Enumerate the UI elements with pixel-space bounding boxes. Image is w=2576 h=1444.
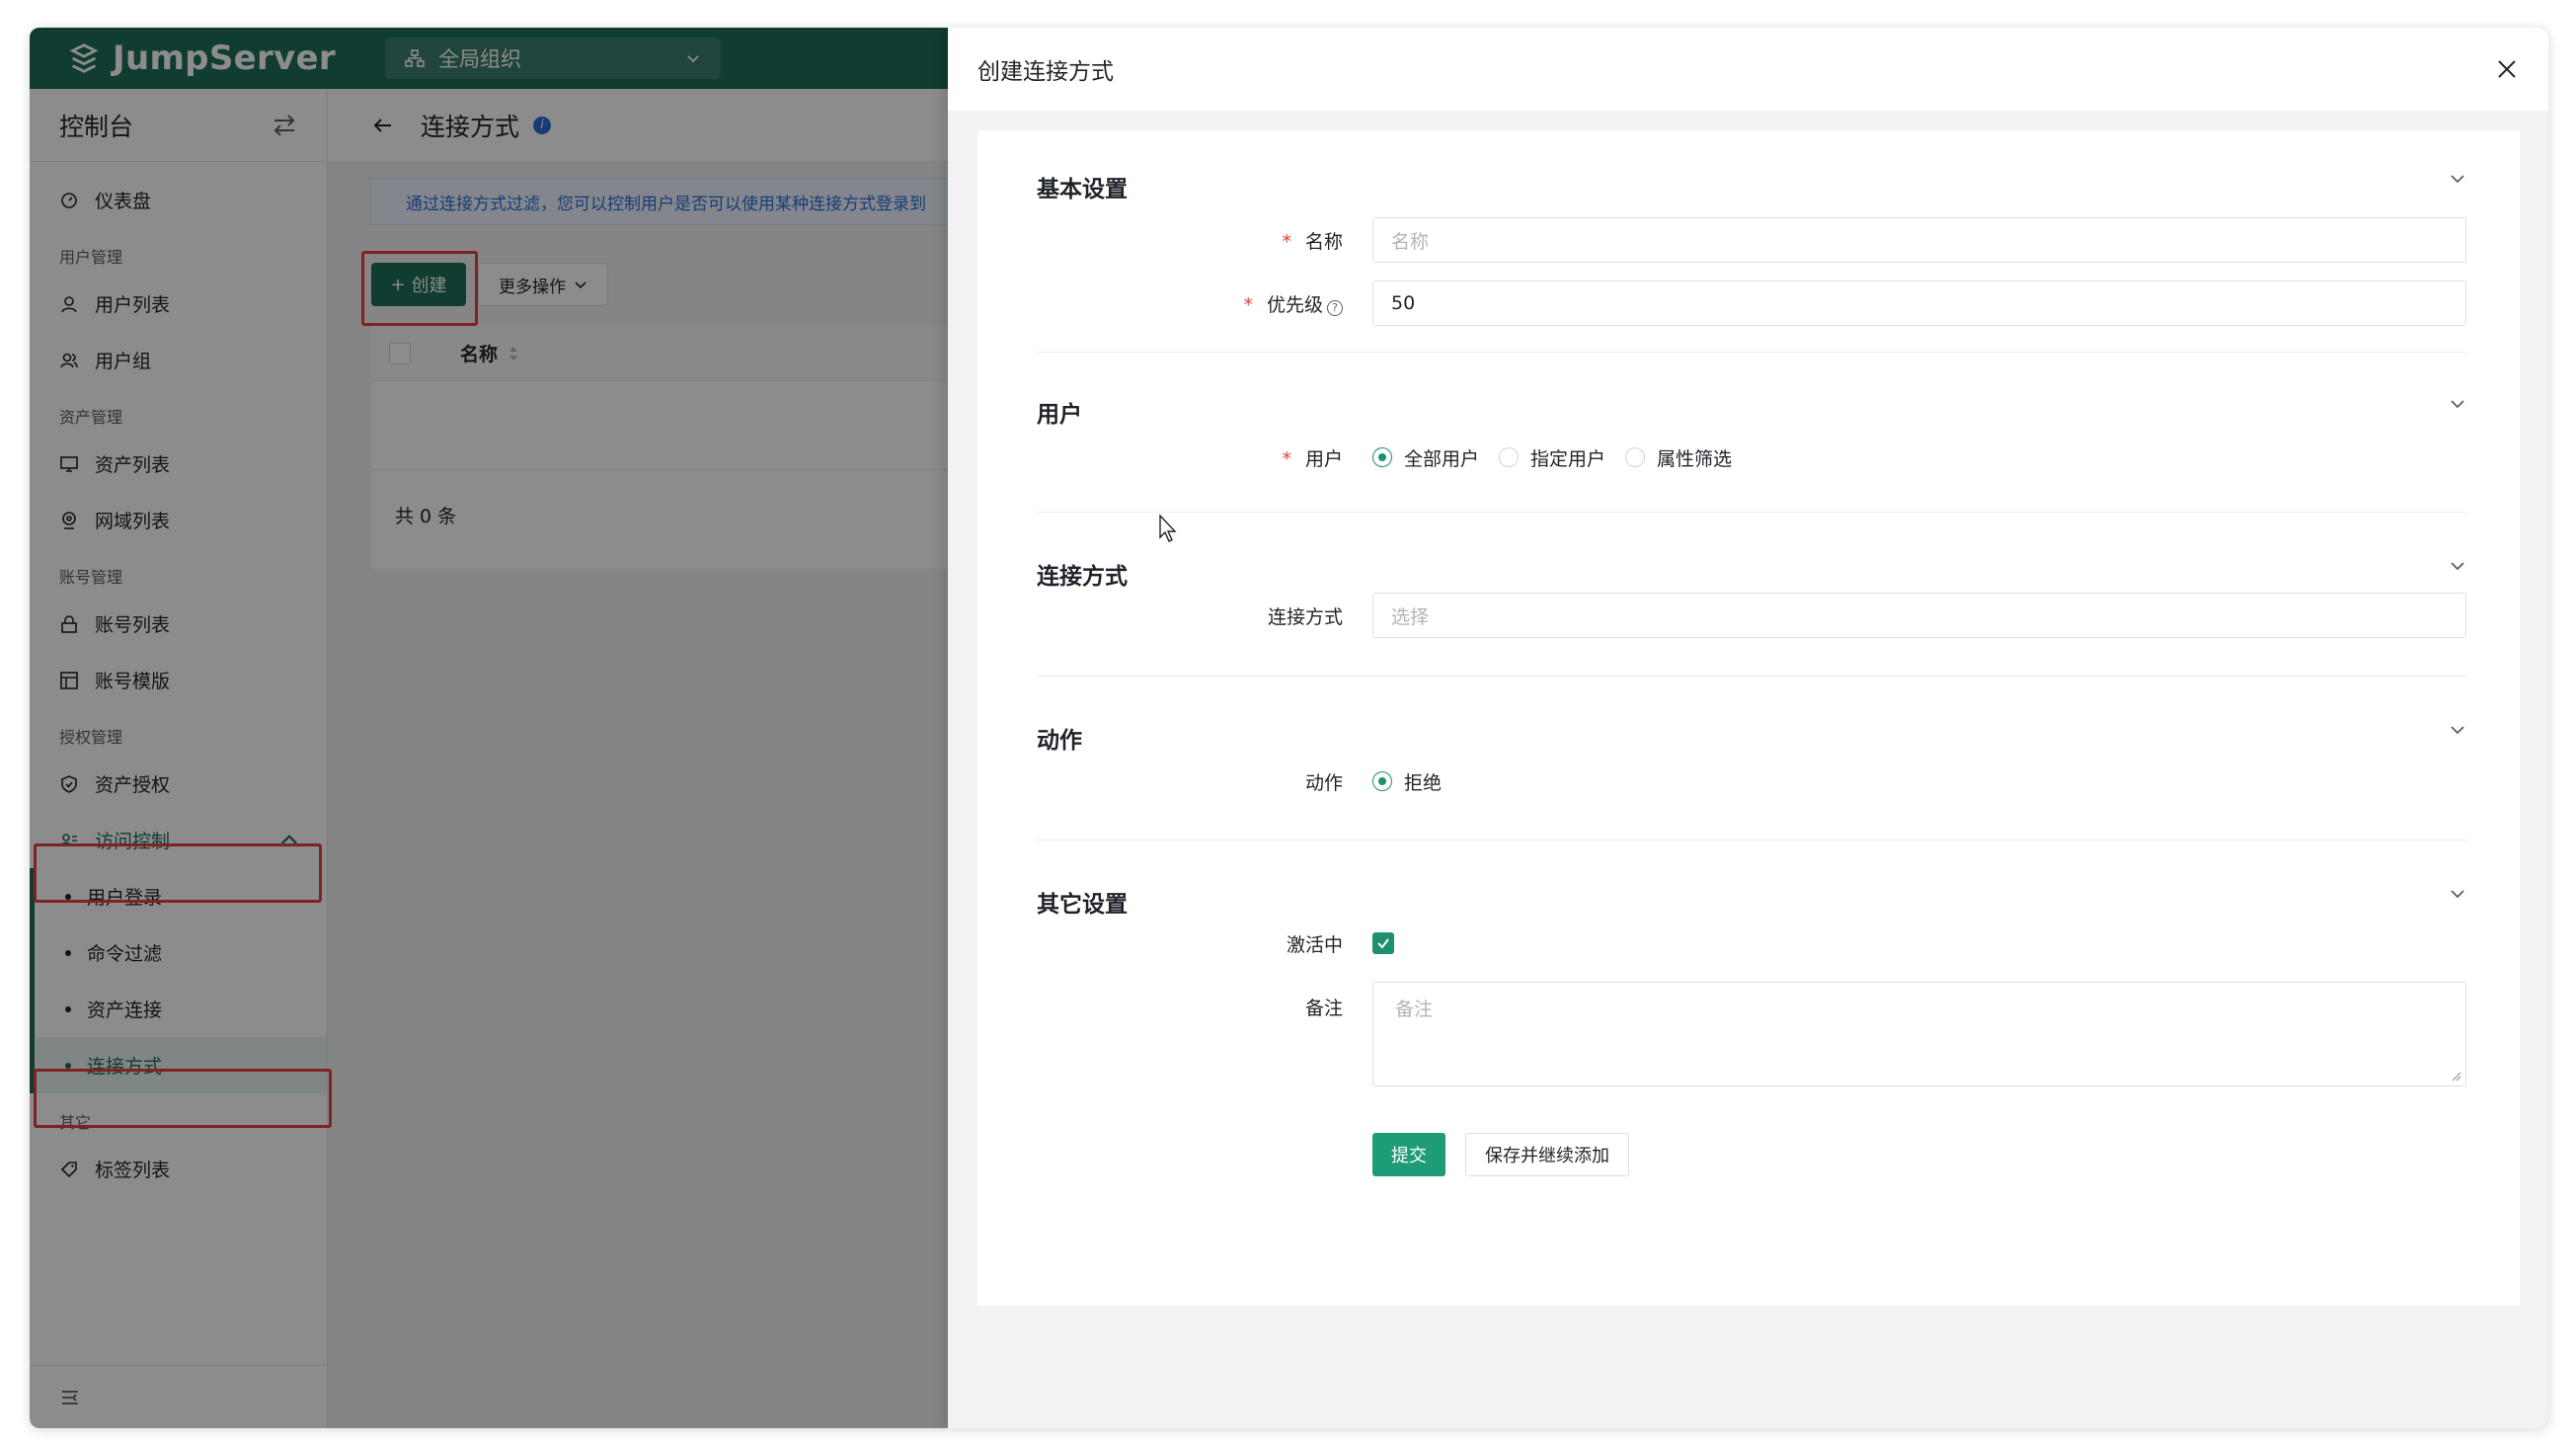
radio-all-users[interactable]: 全部用户	[1372, 444, 1479, 471]
help-icon[interactable]: ?	[1327, 299, 1343, 316]
section-title: 基本设置	[1037, 177, 1128, 202]
priority-input[interactable]: 50	[1372, 281, 2466, 326]
create-drawer: 创建连接方式 基本设置 * 名称 名称 * 优先级? 50 用户 * 用户 全部…	[948, 28, 2548, 1428]
user-label: 用户	[1304, 447, 1343, 470]
chevron-down-icon[interactable]	[2449, 557, 2466, 575]
close-icon[interactable]	[2495, 57, 2519, 81]
drawer-header: 创建连接方式	[948, 28, 2548, 111]
connect-label: 连接方式	[1267, 605, 1343, 628]
check-icon	[1377, 938, 1389, 949]
section-other: 其它设置 激活中 备注 备注 提交 保存并继续添加	[1037, 885, 2466, 1176]
comment-textarea[interactable]: 备注	[1372, 982, 2466, 1086]
active-checkbox[interactable]	[1372, 932, 1394, 954]
radio-reject[interactable]: 拒绝	[1372, 768, 1442, 795]
section-action: 动作 动作 拒绝	[1037, 721, 2466, 841]
section-title: 动作	[1037, 728, 1082, 754]
section-connect: 连接方式 连接方式 选择	[1037, 557, 2466, 677]
name-row: * 名称 名称	[1037, 217, 2466, 263]
mouse-cursor-icon	[1159, 514, 1177, 542]
active-label: 激活中	[1286, 933, 1343, 956]
radio-specified-users[interactable]: 指定用户	[1499, 444, 1605, 471]
section-title: 用户	[1037, 402, 1082, 428]
user-row: * 用户 全部用户 指定用户 属性筛选	[1037, 435, 2466, 480]
radio-attr-filter[interactable]: 属性筛选	[1625, 444, 1732, 471]
user-radio-group: 全部用户 指定用户 属性筛选	[1372, 444, 1732, 471]
connect-row: 连接方式 选择	[1037, 593, 2466, 638]
action-label: 动作	[1304, 771, 1343, 794]
connect-select[interactable]: 选择	[1372, 593, 2466, 638]
chevron-down-icon[interactable]	[2449, 721, 2466, 739]
comment-row: 备注 备注	[1037, 982, 2466, 1086]
action-row: 动作 拒绝	[1037, 759, 2466, 804]
drawer-form: 基本设置 * 名称 名称 * 优先级? 50 用户 * 用户 全部用户 指定用户…	[977, 130, 2520, 1306]
section-basic: 基本设置 * 名称 名称 * 优先级? 50	[1037, 170, 2466, 353]
save-continue-button[interactable]: 保存并继续添加	[1465, 1133, 1629, 1176]
name-input[interactable]: 名称	[1372, 217, 2466, 263]
section-title: 其它设置	[1037, 892, 1128, 918]
priority-row: * 优先级? 50	[1037, 281, 2466, 326]
action-radio-group: 拒绝	[1372, 768, 1442, 795]
resize-handle-icon[interactable]	[2450, 1070, 2461, 1082]
priority-label: 优先级	[1266, 293, 1323, 316]
drawer-title: 创建连接方式	[977, 59, 1114, 85]
button-row: 提交 保存并继续添加	[1037, 1132, 2466, 1177]
name-label: 名称	[1304, 230, 1343, 253]
chevron-down-icon[interactable]	[2449, 395, 2466, 413]
chevron-down-icon[interactable]	[2449, 885, 2466, 903]
comment-label: 备注	[1304, 998, 1343, 1019]
submit-button[interactable]: 提交	[1372, 1133, 1445, 1176]
section-title: 连接方式	[1037, 564, 1128, 590]
section-user: 用户 * 用户 全部用户 指定用户 属性筛选	[1037, 395, 2466, 513]
chevron-down-icon[interactable]	[2449, 170, 2466, 188]
app-window: JumpServer 全局组织 控制台 仪表盘 用户管理 用户列表 用户组 资产…	[30, 28, 2548, 1428]
active-row: 激活中	[1037, 921, 2466, 966]
